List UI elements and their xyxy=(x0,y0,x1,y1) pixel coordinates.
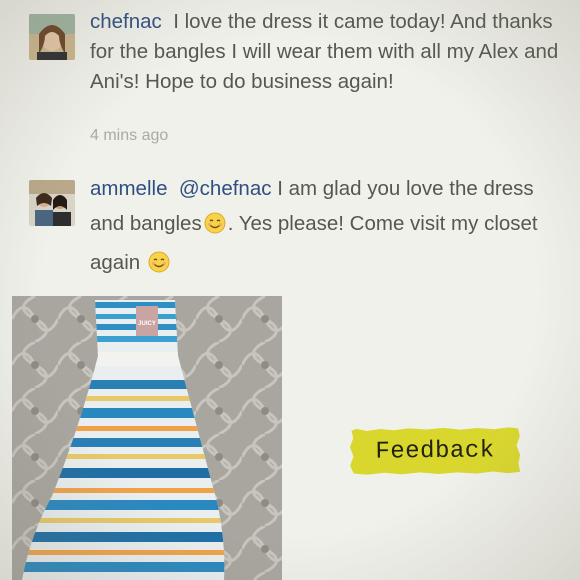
mention-link[interactable]: @chefnac xyxy=(179,177,272,200)
user-avatar-icon xyxy=(29,14,75,60)
feedback-label: Feedback xyxy=(375,436,495,466)
dress-photo[interactable]: JUICY xyxy=(12,296,282,580)
user-avatar-icon xyxy=(29,180,75,226)
striped-dress-photo: JUICY xyxy=(12,296,282,580)
username-link[interactable]: chefnac xyxy=(90,10,162,33)
comment-body: chefnac I love the dress it came today! … xyxy=(90,7,560,97)
tag-label: JUICY xyxy=(138,321,156,327)
smiley-face-icon xyxy=(204,210,226,245)
avatar-chefnac[interactable] xyxy=(29,14,75,60)
avatar-ammelle[interactable] xyxy=(29,180,75,226)
username-link[interactable]: ammelle xyxy=(90,177,167,200)
comment-body: ammelle @chefnac I am glad you love the … xyxy=(90,171,560,284)
timestamp: 4 mins ago xyxy=(90,127,169,144)
feedback-tape-label: Feedback xyxy=(350,427,520,475)
smiley-face-icon xyxy=(148,249,170,284)
